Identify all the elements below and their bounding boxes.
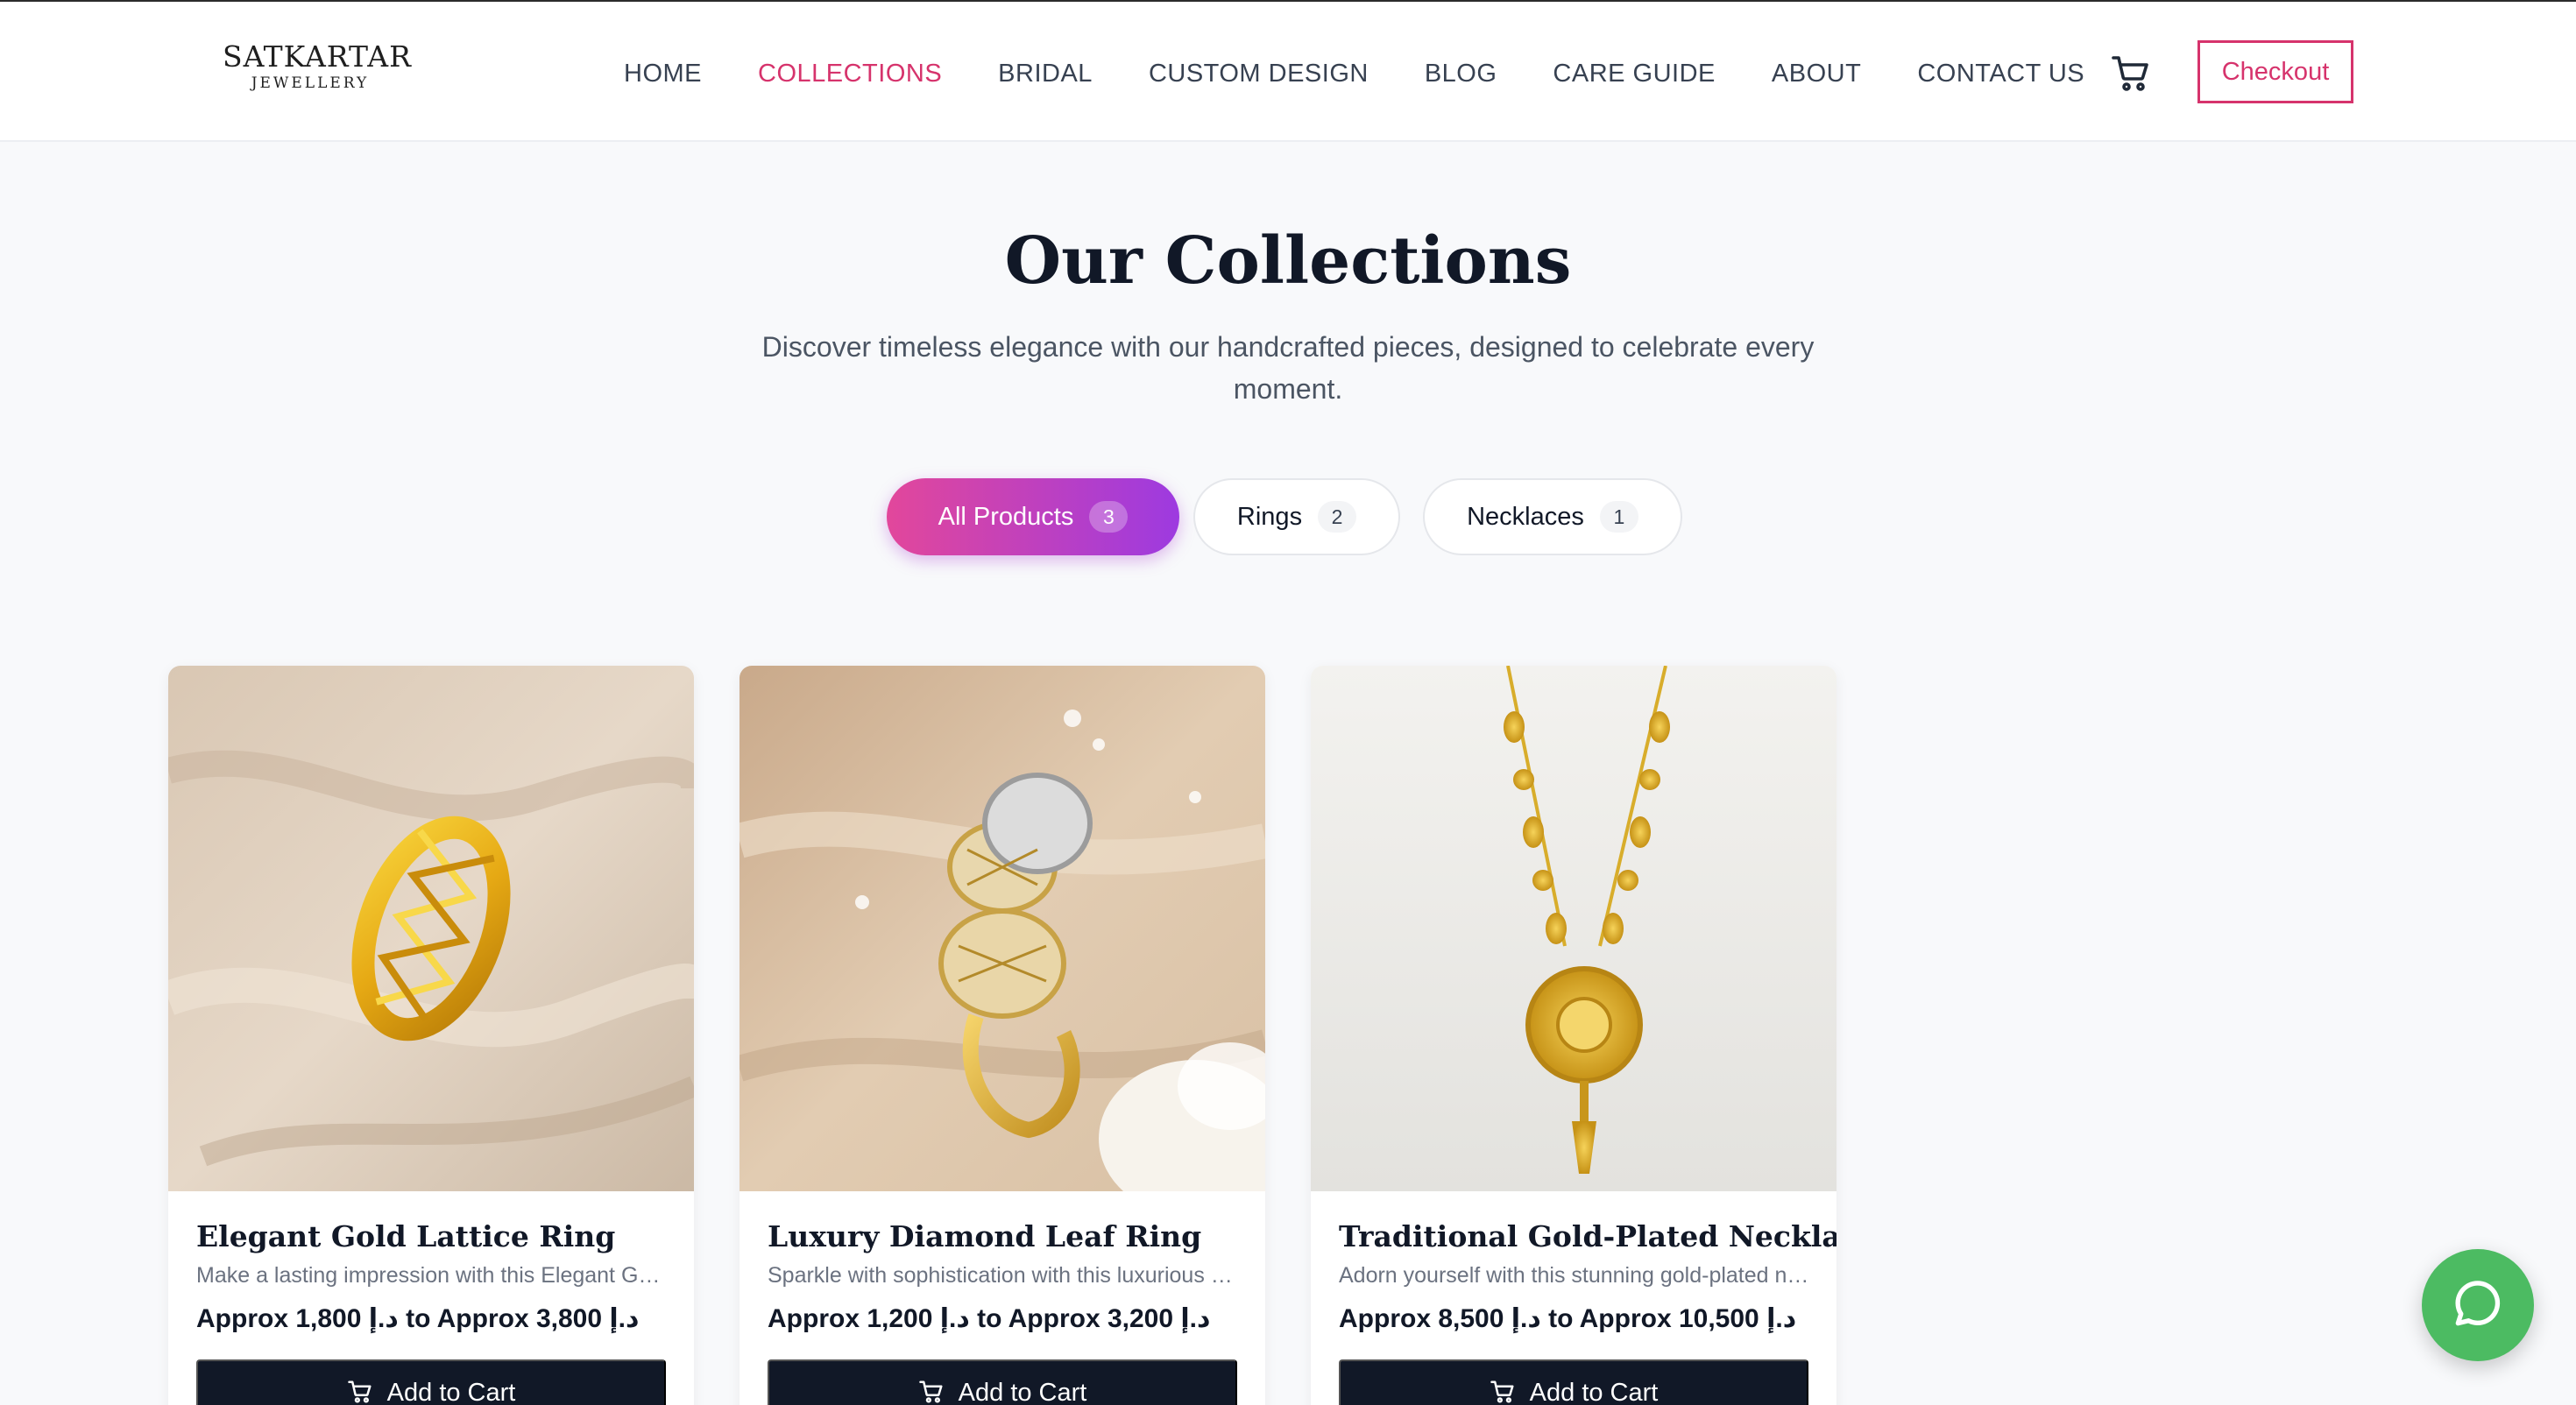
- product-description: Sparkle with sophistication with this lu…: [768, 1263, 1241, 1288]
- filter-all-products[interactable]: All Products 3: [887, 478, 1179, 555]
- nav-contact-us[interactable]: CONTACT US: [1917, 56, 2084, 91]
- filter-count-badge: 1: [1599, 501, 1638, 533]
- nav-care-guide[interactable]: CARE GUIDE: [1553, 56, 1715, 91]
- page-subtitle: Discover timeless elegance with our hand…: [761, 331, 1815, 405]
- product-card[interactable]: Luxury Diamond Leaf Ring Sparkle with so…: [740, 666, 1265, 1405]
- main-nav: HOME COLLECTIONS BRIDAL CUSTOM DESIGN BL…: [624, 56, 2084, 91]
- product-price: Approx 8,500 د.إ to Approx 10,500 د.إ: [1339, 1304, 1797, 1333]
- site-logo[interactable]: SATKARTAR JEWELLERY: [223, 39, 412, 93]
- filter-count-badge: 2: [1318, 501, 1357, 533]
- product-title[interactable]: Luxury Diamond Leaf Ring: [768, 1219, 1201, 1253]
- nav-blog[interactable]: BLOG: [1425, 56, 1497, 91]
- add-to-cart-label: Add to Cart: [958, 1379, 1087, 1405]
- nav-custom-design[interactable]: CUSTOM DESIGN: [1149, 56, 1369, 91]
- add-to-cart-button[interactable]: Add to Cart: [1339, 1359, 1808, 1405]
- checkout-button[interactable]: Checkout: [2197, 40, 2353, 103]
- category-filters: All Products 3 Rings 2 Necklaces 1: [0, 478, 2576, 555]
- filter-count-badge: 3: [1089, 501, 1129, 533]
- page-title: Our Collections: [1004, 223, 1572, 299]
- product-image-lattice-ring[interactable]: [168, 666, 694, 1191]
- product-image-gold-necklace[interactable]: [1311, 666, 1836, 1191]
- cart-icon: [918, 1379, 945, 1405]
- product-description: Make a lasting impression with this Eleg…: [196, 1263, 669, 1288]
- nav-collections[interactable]: COLLECTIONS: [758, 56, 942, 91]
- filter-necklaces[interactable]: Necklaces 1: [1423, 478, 1682, 555]
- filter-label: Rings: [1236, 502, 1303, 531]
- add-to-cart-button[interactable]: Add to Cart: [196, 1359, 666, 1405]
- filter-label: Necklaces: [1467, 502, 1584, 531]
- add-to-cart-button[interactable]: Add to Cart: [768, 1359, 1237, 1405]
- product-description: Adorn yourself with this stunning gold-p…: [1339, 1263, 1812, 1288]
- site-header: SATKARTAR JEWELLERY HOME COLLECTIONS BRI…: [0, 2, 2576, 142]
- product-card[interactable]: Traditional Gold-Plated Necklace Adorn y…: [1311, 666, 1836, 1405]
- cart-icon: [1490, 1379, 1516, 1405]
- product-title[interactable]: Elegant Gold Lattice Ring: [196, 1219, 615, 1253]
- add-to-cart-label: Add to Cart: [386, 1379, 516, 1405]
- cart-icon: [347, 1379, 373, 1405]
- product-card[interactable]: Elegant Gold Lattice Ring Make a lasting…: [168, 666, 694, 1405]
- product-image-diamond-leaf-ring[interactable]: [740, 666, 1265, 1218]
- filter-rings[interactable]: Rings 2: [1193, 478, 1400, 555]
- whatsapp-chat-button[interactable]: [2422, 1249, 2534, 1361]
- nav-home[interactable]: HOME: [624, 56, 702, 91]
- nav-about[interactable]: ABOUT: [1772, 56, 1861, 91]
- product-price: Approx 1,800 د.إ to Approx 3,800 د.إ: [196, 1304, 640, 1333]
- filter-label: All Products: [938, 502, 1074, 531]
- logo-sub-text: JEWELLERY: [251, 74, 370, 92]
- whatsapp-chat-icon: [2450, 1275, 2506, 1336]
- add-to-cart-label: Add to Cart: [1529, 1379, 1659, 1405]
- nav-bridal[interactable]: BRIDAL: [998, 56, 1093, 91]
- logo-main-text: SATKARTAR: [223, 39, 412, 74]
- product-price: Approx 1,200 د.إ to Approx 3,200 د.إ: [768, 1304, 1211, 1333]
- product-title[interactable]: Traditional Gold-Plated Necklace: [1339, 1219, 1836, 1253]
- shopping-cart-icon[interactable]: [2110, 53, 2152, 95]
